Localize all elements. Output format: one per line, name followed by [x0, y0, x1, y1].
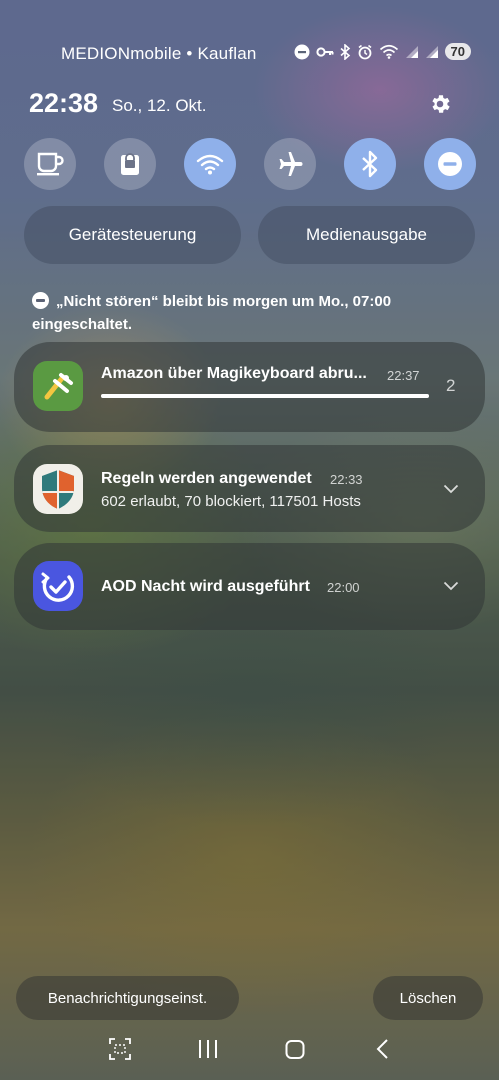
notification-time: 22:00	[327, 580, 360, 595]
lock-icon	[121, 153, 139, 175]
carrier-label: MEDIONmobile • Kauflan	[61, 44, 257, 63]
alarm-icon	[358, 44, 372, 59]
device-control-button[interactable]: Gerätesteuerung	[24, 206, 241, 264]
qs-wifi-toggle[interactable]	[184, 138, 236, 190]
notification-settings-button[interactable]: Benachrichtigungseinst.	[16, 976, 239, 1020]
notification-title: Amazon über Magikeyboard abru...	[101, 365, 367, 382]
bluetooth-icon	[362, 150, 378, 178]
navigation-bar	[0, 1035, 499, 1065]
airplane-icon	[279, 152, 303, 176]
notification-aod[interactable]: AOD Nacht wird ausgeführt 22:00	[14, 543, 485, 630]
check-clock-icon	[33, 561, 83, 611]
status-bar: MEDIONmobile • Kauflan 70	[0, 40, 499, 68]
qs-dnd-toggle[interactable]	[424, 138, 476, 190]
quick-settings-row	[24, 138, 476, 190]
qs-airplane-toggle[interactable]	[264, 138, 316, 190]
notification-magikeyboard[interactable]: Amazon über Magikeyboard abru... 22:37 2	[14, 342, 485, 432]
dnd-notice-line2: eingeschaltet.	[32, 316, 133, 333]
dnd-icon	[438, 152, 462, 176]
qs-secure-folder-toggle[interactable]	[104, 138, 156, 190]
notification-time: 22:33	[330, 472, 363, 487]
clock-date: So., 12. Okt.	[112, 96, 207, 115]
qs-coffee-toggle[interactable]	[24, 138, 76, 190]
dnd-notice-line1: „Nicht stören“ bleibt bis morgen um Mo.,…	[56, 293, 392, 310]
notification-text: 602 erlaubt, 70 blockiert, 117501 Hosts	[101, 493, 361, 510]
shield-icon	[33, 464, 83, 514]
wifi-icon	[196, 154, 224, 175]
clock-time: 22:38	[29, 88, 99, 118]
dnd-icon	[294, 44, 310, 59]
screenshot-capture-icon[interactable]	[108, 1037, 132, 1061]
notification-count: 2	[446, 376, 456, 395]
home-icon[interactable]	[284, 1037, 306, 1061]
magikeyboard-icon	[33, 361, 83, 411]
back-icon[interactable]	[374, 1037, 392, 1061]
notification-time: 22:37	[387, 368, 420, 383]
qs-bluetooth-toggle[interactable]	[344, 138, 396, 190]
media-output-button[interactable]: Medienausgabe	[258, 206, 475, 264]
wifi-icon	[379, 44, 398, 59]
notification-title: AOD Nacht wird ausgeführt	[101, 578, 310, 595]
dnd-notice: „Nicht stören“ bleibt bis morgen um Mo.,…	[32, 290, 472, 336]
status-icons: 70	[294, 43, 471, 60]
notification-blocker[interactable]: Regeln werden angewendet 22:33 602 erlau…	[14, 445, 485, 532]
battery-icon: 70	[444, 43, 471, 60]
signal-icon	[405, 45, 418, 58]
chevron-down-icon[interactable]	[443, 581, 459, 591]
notification-progress-track	[101, 394, 429, 398]
signal-icon	[425, 45, 438, 58]
notification-progress-fill	[101, 394, 429, 398]
clear-button[interactable]: Löschen	[373, 976, 483, 1020]
bluetooth-icon	[340, 43, 350, 60]
gear-icon[interactable]	[428, 92, 452, 116]
notification-title: Regeln werden angewendet	[101, 470, 312, 487]
chevron-down-icon[interactable]	[443, 484, 459, 494]
coffee-cup-icon	[37, 152, 64, 176]
key-icon	[315, 46, 334, 57]
recent-apps-icon[interactable]	[197, 1037, 219, 1061]
dnd-icon	[32, 292, 49, 309]
